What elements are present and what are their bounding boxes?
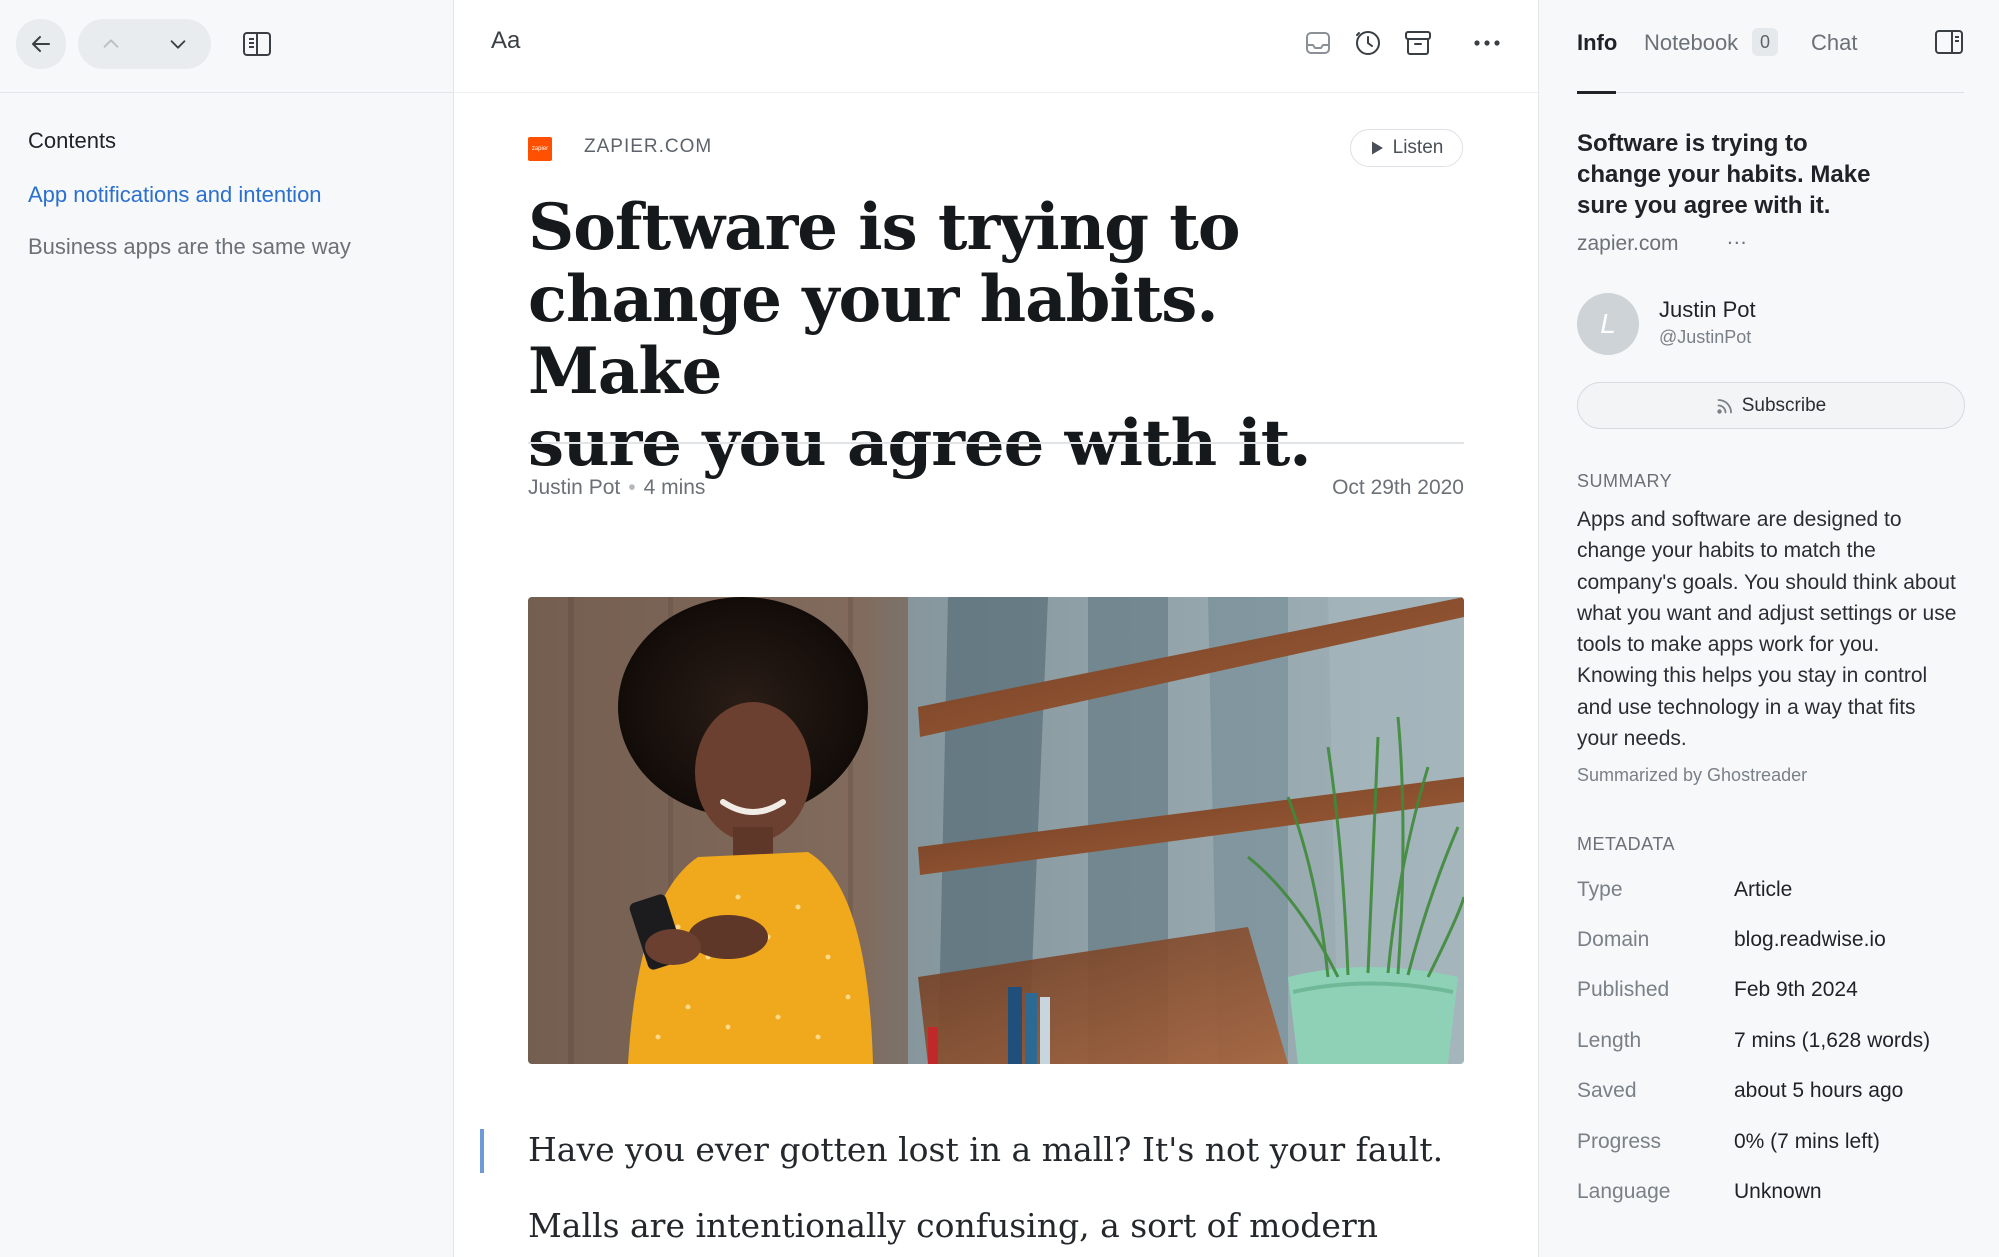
metadata-label: Published	[1577, 978, 1670, 1001]
metadata-row-length: Length 7 mins (1,628 words)	[1577, 1029, 1977, 1059]
read-time: 4 mins	[643, 476, 706, 499]
info-title-line: Software is trying to	[1577, 130, 1808, 157]
inbox-icon	[1306, 32, 1330, 54]
reader-toolbar: Aa	[455, 0, 1538, 93]
more-actions-button[interactable]	[1470, 26, 1504, 60]
tab-info[interactable]: Info	[1577, 30, 1617, 56]
article-title-line: sure you agree with it.	[528, 406, 1312, 481]
left-sidebar: Contents App notifications and intention…	[0, 0, 454, 1257]
metadata-label: Length	[1577, 1029, 1642, 1052]
article-paragraph: Have you ever gotten lost in a mall? It'…	[528, 1130, 1444, 1169]
metadata-row-saved: Saved about 5 hours ago	[1577, 1079, 1977, 1109]
active-tab-indicator	[1577, 91, 1616, 94]
info-title-line: change your habits. Make	[1577, 161, 1871, 188]
avatar: L	[1577, 293, 1639, 355]
article-title-line: change your habits. Make	[528, 262, 1219, 409]
chevron-up-icon	[103, 39, 119, 48]
previous-document-button[interactable]	[78, 19, 144, 69]
back-arrow-icon	[32, 36, 50, 52]
right-panel: Info Notebook 0 Chat Software is trying …	[1538, 0, 1999, 1257]
toc-item-business-apps[interactable]: Business apps are the same way	[28, 234, 351, 260]
source-logo: zapier	[528, 137, 552, 161]
metadata-value: about 5 hours ago	[1734, 1079, 1904, 1102]
article-paragraph: Malls are intentionally confusing, a sor…	[528, 1206, 1378, 1245]
summary-credit: Summarized by Ghostreader	[1577, 765, 1808, 785]
reader-main: Aa zapier ZAPIER.COM Listen Software is …	[455, 0, 1538, 1257]
document-nav-pill	[78, 19, 211, 69]
article-author[interactable]: Justin Pot	[528, 476, 620, 499]
byline-separator: •	[628, 476, 636, 499]
tab-notebook[interactable]: Notebook	[1644, 30, 1738, 56]
archive-button[interactable]	[1401, 26, 1435, 60]
metadata-label: Domain	[1577, 928, 1650, 951]
chevron-down-icon	[170, 40, 186, 49]
panel-toggle-icon	[1935, 30, 1963, 54]
byline: Justin Pot • 4 mins	[528, 476, 705, 500]
play-icon	[1371, 141, 1383, 155]
info-title: Software is trying to change your habits…	[1577, 128, 1907, 221]
contents-heading: Contents	[28, 128, 117, 153]
tabs-divider	[1577, 92, 1964, 93]
metadata-label: Saved	[1577, 1079, 1637, 1102]
read-later-button[interactable]	[1351, 26, 1385, 60]
hero-image	[528, 597, 1464, 1064]
metadata-row-language: Language Unknown	[1577, 1180, 1977, 1210]
article-date: Oct 29th 2020	[1332, 476, 1464, 499]
source-name[interactable]: ZAPIER.COM	[584, 136, 712, 158]
clock-icon	[1356, 31, 1380, 55]
info-title-line: sure you agree with it.	[1577, 192, 1831, 219]
rss-icon	[1717, 398, 1732, 414]
metadata-label: Progress	[1577, 1130, 1662, 1153]
tab-chat[interactable]: Chat	[1811, 30, 1857, 56]
back-button[interactable]	[16, 19, 66, 69]
author-handle: @JustinPot	[1659, 327, 1752, 347]
metadata-value[interactable]: Article	[1734, 878, 1792, 902]
subscribe-button[interactable]: Subscribe	[1577, 382, 1965, 429]
typography-button[interactable]: Aa	[491, 27, 520, 55]
metadata-row-type: Type Article	[1577, 878, 1977, 908]
article-title-line: Software is trying to	[528, 190, 1241, 265]
left-toolbar	[0, 0, 454, 93]
summary-text: Apps and software are designed to change…	[1577, 508, 1957, 751]
metadata-row-progress: Progress 0% (7 mins left)	[1577, 1130, 1977, 1160]
archive-icon	[1405, 31, 1431, 55]
metadata-value: 7 mins (1,628 words)	[1734, 1029, 1931, 1052]
metadata-heading: METADATA	[1577, 834, 1675, 854]
paragraph-focus-marker	[480, 1129, 484, 1173]
more-horizontal-icon	[1474, 40, 1500, 46]
metadata-row-published: Published Feb 9th 2024	[1577, 978, 1977, 1008]
listen-button[interactable]: Listen	[1350, 129, 1463, 167]
metadata-value[interactable]: Unknown	[1734, 1180, 1822, 1204]
info-more-button[interactable]: ...	[1727, 226, 1748, 250]
metadata-row-domain: Domain blog.readwise.io	[1577, 928, 1977, 958]
metadata-label: Language	[1577, 1180, 1671, 1203]
listen-label: Listen	[1392, 137, 1444, 158]
info-domain[interactable]: zapier.com	[1577, 232, 1679, 256]
summary-heading: SUMMARY	[1577, 471, 1673, 491]
metadata-value[interactable]: Feb 9th 2024	[1734, 978, 1858, 1002]
title-divider	[528, 442, 1464, 444]
left-sidebar-toggle-button[interactable]	[240, 28, 274, 60]
article-title: Software is trying to change your habits…	[528, 192, 1408, 480]
metadata-value: 0% (7 mins left)	[1734, 1130, 1880, 1153]
avatar-letter: L	[1600, 308, 1616, 339]
metadata-value[interactable]: blog.readwise.io	[1734, 928, 1886, 952]
toc-item-app-notifications[interactable]: App notifications and intention	[28, 182, 322, 208]
right-panel-toggle-button[interactable]	[1932, 26, 1966, 58]
sidebar-toggle-icon	[243, 32, 271, 56]
move-to-inbox-button[interactable]	[1301, 26, 1335, 60]
subscribe-label: Subscribe	[1741, 394, 1827, 416]
notebook-count-badge: 0	[1752, 28, 1778, 56]
author-name[interactable]: Justin Pot	[1659, 297, 1756, 323]
metadata-label: Type	[1577, 878, 1623, 901]
hero-illustration	[528, 597, 1464, 1064]
next-document-button[interactable]	[145, 19, 211, 69]
